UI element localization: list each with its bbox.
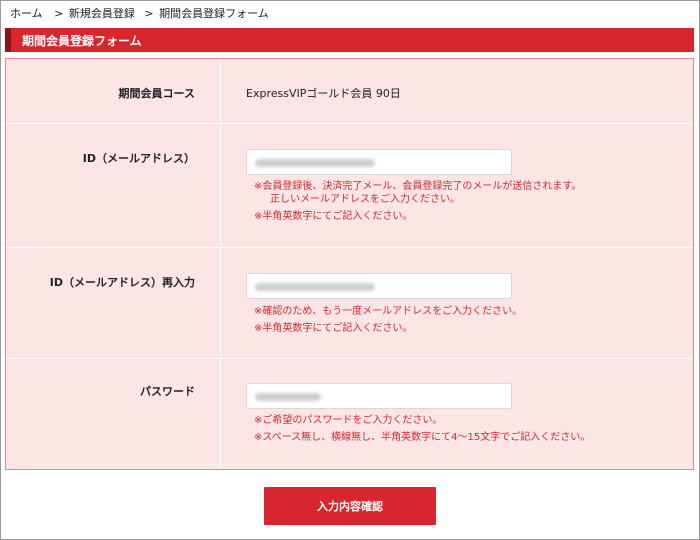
email-note: ※半角英数字にてご記入ください。	[254, 211, 413, 222]
confirm-input-button[interactable]: 入力内容確認	[264, 487, 436, 525]
label-cell: ID（メールアドレス）	[6, 124, 221, 247]
breadcrumb-current: 期間会員登録フォーム	[159, 7, 269, 20]
email-note: ※会員登録後、決済完了メール、会員登録完了のメールが送信されます。	[254, 181, 582, 192]
label-cell: パスワード	[6, 359, 221, 469]
blurred-value	[255, 159, 375, 167]
email-confirm-row: ID（メールアドレス）再入力 ※確認のため、もう一度メールアドレスをご入力くださ…	[6, 247, 693, 358]
email-note: 正しいメールアドレスをご入力ください。	[270, 194, 460, 205]
label-cell: ID（メールアドレス）再入力	[6, 248, 221, 358]
email-confirm-input[interactable]	[246, 273, 512, 299]
course-row: 期間会員コース ExpressVIPゴールド会員 90日	[6, 59, 693, 123]
email-confirm-note: ※確認のため、もう一度メールアドレスをご入力ください。	[254, 306, 523, 317]
password-note: ※スペース無し、横線無し、半角英数字にて4〜15文字でご記入ください。	[254, 432, 591, 443]
email-row: ID（メールアドレス） ※会員登録後、決済完了メール、会員登録完了のメールが送信…	[6, 123, 693, 247]
blurred-value	[255, 393, 321, 401]
breadcrumb-separator: >	[144, 7, 154, 20]
blurred-value	[255, 283, 375, 291]
breadcrumb-register-link[interactable]: 新規会員登録	[69, 7, 135, 20]
breadcrumb-home-link[interactable]: ホーム	[10, 7, 43, 20]
course-value: ExpressVIPゴールド会員 90日	[246, 87, 401, 100]
title-accent	[5, 28, 11, 52]
breadcrumb: ホーム > 新規会員登録 > 期間会員登録フォーム	[10, 5, 273, 21]
email-confirm-note: ※半角英数字にてご記入ください。	[254, 323, 413, 334]
breadcrumb-separator: >	[54, 7, 64, 20]
email-confirm-label: ID（メールアドレス）再入力	[49, 276, 195, 289]
label-cell: 期間会員コース	[6, 59, 221, 123]
password-row: パスワード ※ご希望のパスワードをご入力ください。 ※スペース無し、横線無し、半…	[6, 358, 693, 469]
page-title-bar: 期間会員登録フォーム	[5, 28, 694, 52]
page-title: 期間会員登録フォーム	[22, 34, 142, 48]
registration-form: 期間会員コース ExpressVIPゴールド会員 90日 ID（メールアドレス）…	[5, 58, 694, 470]
email-input[interactable]	[246, 149, 512, 175]
email-label: ID（メールアドレス）	[82, 152, 195, 165]
course-label: 期間会員コース	[118, 87, 195, 100]
password-input[interactable]	[246, 383, 512, 409]
password-note: ※ご希望のパスワードをご入力ください。	[254, 415, 443, 426]
password-label: パスワード	[140, 385, 195, 398]
